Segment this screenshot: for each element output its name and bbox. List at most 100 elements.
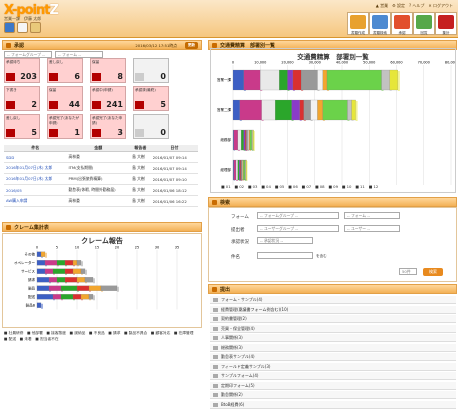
tick-label: 30 [155, 246, 159, 250]
bar-segment [36, 294, 54, 300]
tile-icon [6, 73, 15, 81]
bar-segment [245, 129, 247, 151]
tile-label: 承認完了(あなた申請) [92, 116, 123, 125]
approval-tile[interactable]: 0 [133, 114, 169, 139]
table-row[interactable]: 2016/05 勤怠表(休暇, 時間外勤務届) 島 大樹 2016/01/06 18:… [4, 184, 198, 196]
search-panel-header: 検索 [208, 197, 457, 207]
category-label: サービス [21, 268, 35, 273]
header-button-icon [438, 15, 454, 29]
approval-tile[interactable]: 保留 44 [47, 86, 83, 111]
claim-chart-panel: クレーム報告 0 5 10 15 20 25 30 35 その他 オペレーター サービス 請求 製品 配送… [2, 233, 202, 328]
search-user[interactable]: -- ユーザー -- [344, 225, 400, 232]
tile-icon [49, 73, 58, 81]
approval-tile[interactable]: 差し戻し 6 [47, 58, 83, 83]
refresh-button[interactable]: 更新 [184, 42, 198, 49]
search-form-group[interactable]: -- フォームグループ -- [257, 212, 339, 219]
guide-item[interactable]: サンプルフォーム(4) [210, 372, 456, 380]
guide-item[interactable]: フォーム・サンプル(4) [210, 296, 456, 304]
table-row[interactable]: 2016年01月07日(木) 太郎 PRM(出張旅費精算) 島 大樹 2016/01/… [4, 173, 198, 185]
header-button-0[interactable]: 書類作成 [347, 12, 369, 35]
guide-item[interactable]: BtoB経費(6) [210, 400, 456, 409]
header-button-2[interactable]: 承認 [391, 12, 413, 35]
category-label: オペレーター [14, 260, 35, 265]
approval-tile[interactable]: 保留 8 [90, 58, 126, 83]
bar-segment [251, 129, 253, 151]
search-form[interactable]: -- フォーム -- [344, 212, 400, 219]
bar-shadow [81, 261, 83, 267]
approval-tile[interactable]: 承認完了(あなた申請) 3 [90, 114, 126, 139]
approval-tile[interactable]: 承認待ち 203 [4, 58, 40, 83]
cell-name[interactable]: SDD [4, 151, 67, 163]
header-button-icon [394, 15, 410, 29]
cell-name[interactable]: AW購入申請 [4, 195, 67, 207]
top-links[interactable]: ▲ 営業 ⚙ 設定 ? ヘルプ ✕ ログアウト [376, 3, 453, 9]
category-label: 営業一課 [217, 77, 231, 82]
guide-item[interactable]: フィールド定義サンプル(3) [210, 362, 456, 371]
header-button-3[interactable]: 回覧 [413, 12, 435, 35]
search-status[interactable]: -- 承認状況 -- [257, 237, 313, 244]
bar-segment [232, 129, 234, 151]
tick-label: 60,000 [390, 61, 402, 65]
bar-segment [241, 159, 243, 181]
guide-item[interactable]: 経費管理(稟議書フォーム例含む)(10) [210, 305, 456, 314]
tick-label: 0 [36, 246, 38, 250]
guide-item[interactable]: 総務関係(3) [210, 343, 456, 352]
window-icon[interactable] [17, 22, 28, 33]
approval-tile[interactable]: 0 [133, 58, 169, 83]
bar-segment [347, 99, 352, 121]
approval-tile[interactable]: 差し戻し 5 [4, 114, 40, 139]
approval-tile[interactable]: 承認完了(あなたが申請) 1 [47, 114, 83, 139]
bar-segment [40, 251, 46, 257]
bar-segment [247, 129, 249, 151]
category-label: 製品B [26, 302, 36, 307]
bar-segment [237, 159, 240, 181]
guide-item[interactable]: 人事関係(3) [210, 334, 456, 342]
approval-tile[interactable]: 承認済(最終) 5 [133, 86, 169, 111]
dept-legend: ■ 01 ■ 02 ■ 03 ■ 04 ■ 05 ■ 06 ■ 07 ■ 08 … [221, 184, 379, 189]
form-filter[interactable]: -- フォーム -- [55, 51, 103, 58]
info-icon[interactable] [4, 22, 15, 33]
search-count-select[interactable]: 50件 [399, 268, 417, 275]
bar-shadow [246, 161, 248, 181]
header-button-4[interactable]: 集計 [435, 12, 457, 35]
table-row[interactable]: SDD 高林委島 大樹 2016/01/07 09:14 [4, 151, 198, 163]
cell-name[interactable]: 2016年01月07日(木) 太郎 [4, 162, 67, 174]
header-button-label: 集計 [442, 31, 450, 35]
category-label: 配送 [28, 294, 35, 299]
approval-tile[interactable]: 承認中(申請) 241 [90, 86, 126, 111]
bar-segment [36, 251, 42, 257]
approval-panel-header: 承認 2016/03/12 17:51時点 更新 [2, 40, 202, 50]
guide-item[interactable]: 定期印フォーム(5) [210, 381, 456, 390]
guide-item[interactable]: 契約書管理(2) [210, 315, 456, 323]
guide-item[interactable]: 売買・保全管理(4) [210, 324, 456, 333]
tick-label: 80,000 [445, 61, 455, 65]
table-row[interactable]: 2016年01月07日(木) 太郎 ITM(支払期間) 島 大樹 2016/01/07… [4, 162, 198, 174]
tile-icon [135, 129, 144, 137]
guide-item[interactable]: 勤怠関係(2) [210, 391, 456, 399]
bar-shadow [85, 269, 87, 275]
bar-segment [260, 69, 280, 91]
search-user-group[interactable]: -- ユーザーグループ -- [257, 225, 339, 232]
cell-name[interactable]: 2016/05 [4, 184, 67, 196]
bar-segment [243, 129, 246, 151]
form-group-filter[interactable]: -- フォームグループ -- [4, 51, 52, 58]
cell-name[interactable]: 2016年01月07日(木) 太郎 [4, 173, 67, 185]
bar-segment [249, 129, 252, 151]
app-header: X-pointZ 営業一課 伊藤 太郎 ▲ 営業 ⚙ 設定 ? ヘルプ ✕ ログ… [0, 0, 458, 38]
approval-tile[interactable]: 下書き 2 [4, 86, 40, 111]
bar-segment [56, 260, 66, 266]
guide-item[interactable]: 勤怠表サンプル(4) [210, 353, 456, 361]
tile-icon[interactable] [30, 22, 41, 33]
bar-segment [52, 268, 66, 274]
cell-user: 島 大樹 [130, 195, 151, 207]
table-row[interactable]: AW購入申請 高林委島 大樹 2016/01/06 16:22 [4, 195, 198, 207]
search-button[interactable]: 検索 [423, 268, 443, 276]
tick-label: 20 [115, 246, 119, 250]
search-name-input[interactable] [257, 252, 313, 259]
tile-icon [92, 129, 101, 137]
name-suffix: を含む [316, 254, 327, 258]
bar-segment [48, 277, 58, 283]
header-button-1[interactable]: 書類検索 [369, 12, 391, 35]
claim-panel-header: クレーム集計表 [2, 222, 202, 232]
tile-label: 承認完了(あなたが申請) [49, 116, 80, 125]
